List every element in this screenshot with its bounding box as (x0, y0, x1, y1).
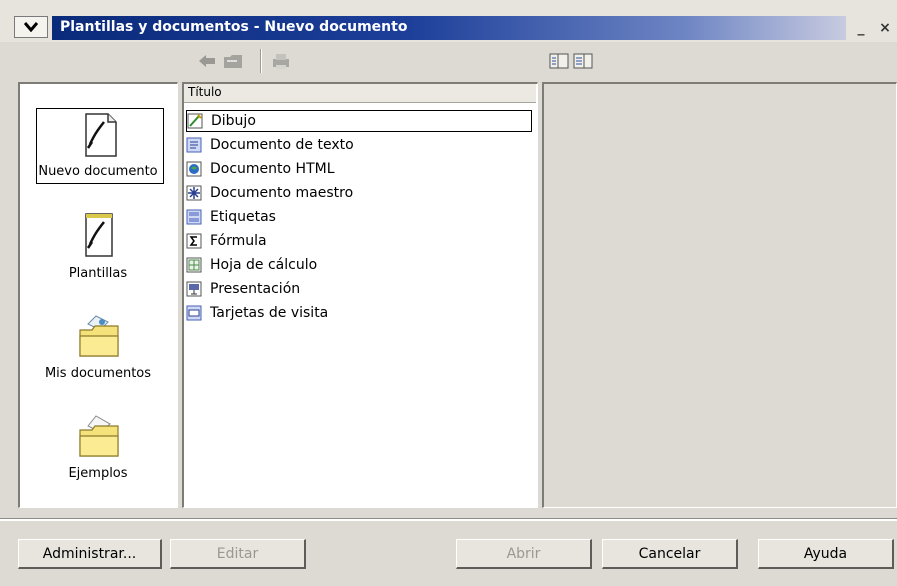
examples-folder-icon (79, 415, 119, 457)
list-item-label: Etiquetas (210, 209, 276, 225)
system-menu-button[interactable] (14, 16, 48, 38)
category-panel: Nuevo documento Plantillas Mis documento… (18, 82, 178, 508)
column-header-title[interactable]: Título (184, 84, 536, 103)
list-item-business-cards[interactable]: Tarjetas de visita (186, 302, 532, 324)
preview-icon[interactable] (548, 51, 570, 71)
cancel-button-label: Cancelar (638, 545, 701, 562)
toolbar-separator (260, 49, 262, 73)
category-label: Ejemplos (68, 466, 128, 481)
help-button[interactable]: Ayuda (758, 539, 894, 569)
manage-button-label: Administrar... (42, 545, 137, 562)
list-item-presentation[interactable]: Presentación (186, 278, 532, 300)
list-item-label: Documento maestro (210, 185, 354, 201)
minimize-button[interactable]: _ (850, 17, 872, 39)
list-item-label: Presentación (210, 281, 301, 297)
close-icon: × (879, 20, 891, 36)
labels-icon (186, 209, 202, 225)
templates-icon (85, 213, 113, 257)
presentation-icon (186, 281, 202, 297)
drawing-icon (187, 113, 203, 129)
my-documents-folder-icon (79, 315, 119, 357)
list-item-label: Dibujo (211, 113, 256, 129)
category-label: Mis documentos (44, 366, 152, 381)
list-item-labels[interactable]: Etiquetas (186, 206, 532, 228)
html-document-icon (186, 161, 202, 177)
templates-dialog: Plantillas y documentos - Nuevo document… (0, 0, 897, 586)
new-document-icon (85, 113, 117, 157)
list-item-text-document[interactable]: Documento de texto (186, 134, 532, 156)
document-list-panel: Título Dibujo Documento de texto Documen… (182, 82, 538, 508)
manage-button[interactable]: Administrar... (18, 539, 162, 569)
folder-up-icon[interactable] (222, 51, 244, 71)
details-icon[interactable] (572, 51, 594, 71)
chevron-down-icon (24, 22, 38, 32)
edit-button-label: Editar (216, 545, 259, 562)
category-label: Nuevo documento (38, 164, 158, 179)
list-item-formula[interactable]: Fórmula (186, 230, 532, 252)
list-item-drawing[interactable]: Dibujo (186, 110, 532, 132)
toolbar (0, 43, 897, 79)
preview-panel (542, 82, 897, 508)
business-cards-icon (186, 305, 202, 321)
separator-line (0, 518, 897, 521)
close-button[interactable]: × (874, 17, 896, 39)
spreadsheet-icon (186, 257, 202, 273)
minimize-icon: _ (857, 20, 865, 36)
list-item-label: Documento HTML (210, 161, 335, 177)
list-item-master-document[interactable]: Documento maestro (186, 182, 532, 204)
back-arrow-icon[interactable] (196, 51, 218, 71)
list-item-spreadsheet[interactable]: Hoja de cálculo (186, 254, 532, 276)
text-document-icon (186, 137, 202, 153)
help-button-label: Ayuda (803, 545, 848, 562)
title-bar: Plantillas y documentos - Nuevo document… (0, 0, 897, 42)
list-item-html-document[interactable]: Documento HTML (186, 158, 532, 180)
window-title: Plantillas y documentos - Nuevo document… (60, 19, 408, 35)
list-item-label: Documento de texto (210, 137, 354, 153)
list-item-label: Fórmula (210, 233, 267, 249)
category-label: Plantillas (68, 266, 128, 281)
cancel-button[interactable]: Cancelar (602, 539, 738, 569)
list-item-label: Tarjetas de visita (210, 305, 329, 321)
formula-icon (186, 233, 202, 249)
print-icon[interactable] (270, 51, 292, 71)
master-document-icon (186, 185, 202, 201)
list-item-label: Hoja de cálculo (210, 257, 318, 273)
open-button-label: Abrir (506, 545, 541, 562)
title-gradient: Plantillas y documentos - Nuevo document… (52, 16, 846, 40)
edit-button[interactable]: Editar (170, 539, 306, 569)
open-button[interactable]: Abrir (456, 539, 592, 569)
